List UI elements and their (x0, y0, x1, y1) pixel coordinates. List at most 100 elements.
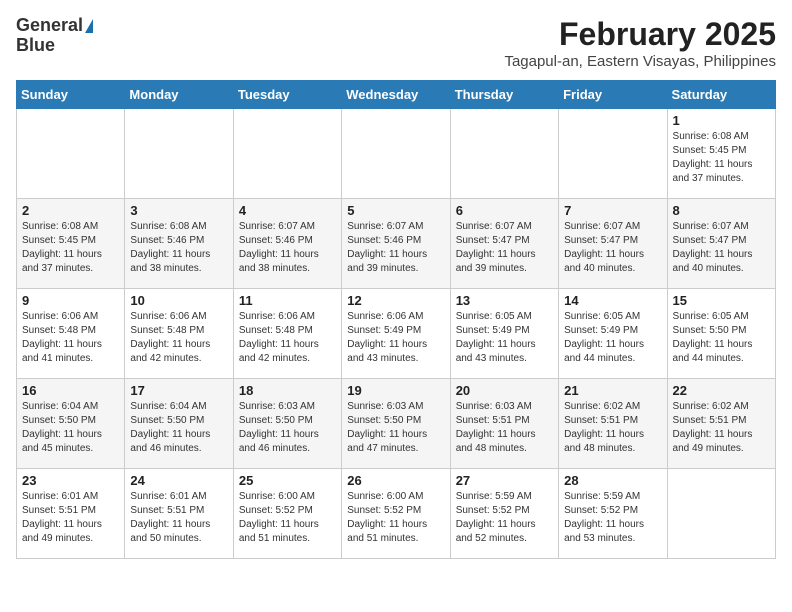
logo-triangle-icon (85, 19, 93, 33)
calendar-cell (17, 109, 125, 199)
calendar-cell (667, 469, 775, 559)
calendar-cell (342, 109, 450, 199)
day-number: 12 (347, 293, 444, 308)
day-number: 13 (456, 293, 553, 308)
logo-text-general: General (16, 16, 93, 36)
calendar-cell: 17 Sunrise: 6:04 AM Sunset: 5:50 PM Dayli… (125, 379, 233, 469)
day-number: 7 (564, 203, 661, 218)
calendar-cell: 9 Sunrise: 6:06 AM Sunset: 5:48 PM Daylig… (17, 289, 125, 379)
day-info: Sunrise: 6:05 AM Sunset: 5:49 PM Dayligh… (564, 310, 661, 366)
day-info: Sunrise: 6:06 AM Sunset: 5:48 PM Dayligh… (22, 310, 119, 366)
calendar-week-row: 16Sunrise: 6:04 AM Sunset: 5:50 PM Dayli… (17, 379, 776, 469)
day-number: 10 (130, 293, 227, 308)
title-block: February 2025 Tagapul-an, Eastern Visaya… (504, 16, 776, 70)
day-info: Sunrise: 6:06 AM Sunset: 5:49 PM Dayligh… (347, 310, 444, 366)
calendar-table: SundayMondayTuesdayWednesdayThursdayFrid… (16, 80, 776, 559)
calendar-cell (233, 109, 341, 199)
day-number: 19 (347, 383, 444, 398)
calendar-cell: 6Sunrise: 6:07 AM Sunset: 5:47 PM Daylig… (450, 199, 558, 289)
day-info: Sunrise: 6:00 AM Sunset: 5:52 PM Dayligh… (239, 490, 336, 546)
day-number: 5 (347, 203, 444, 218)
day-info: Sunrise: 6:08 AM Sunset: 5:45 PM Dayligh… (22, 220, 119, 276)
calendar-header-row: SundayMondayTuesdayWednesdayThursdayFrid… (17, 81, 776, 109)
day-number: 14 (564, 293, 661, 308)
calendar-cell: 10 Sunrise: 6:06 AM Sunset: 5:48 PM Dayli… (125, 289, 233, 379)
calendar-cell: 14 Sunrise: 6:05 AM Sunset: 5:49 PM Dayli… (559, 289, 667, 379)
day-info: Sunrise: 5:59 AM Sunset: 5:52 PM Dayligh… (564, 490, 661, 546)
calendar-cell (559, 109, 667, 199)
calendar-cell: 4 Sunrise: 6:07 AM Sunset: 5:46 PM Daylig… (233, 199, 341, 289)
calendar-cell: 3 Sunrise: 6:08 AM Sunset: 5:46 PM Daylig… (125, 199, 233, 289)
day-info: Sunrise: 6:04 AM Sunset: 5:50 PM Dayligh… (130, 400, 227, 456)
day-info: Sunrise: 6:07 AM Sunset: 5:46 PM Dayligh… (347, 220, 444, 276)
calendar-cell: 24 Sunrise: 6:01 AM Sunset: 5:51 PM Dayli… (125, 469, 233, 559)
calendar-week-row: 2 Sunrise: 6:08 AM Sunset: 5:45 PM Daylig… (17, 199, 776, 289)
day-info: Sunrise: 6:03 AM Sunset: 5:50 PM Dayligh… (239, 400, 336, 456)
calendar-cell: 22Sunrise: 6:02 AM Sunset: 5:51 PM Dayli… (667, 379, 775, 469)
column-header-friday: Friday (559, 81, 667, 109)
day-info: Sunrise: 6:06 AM Sunset: 5:48 PM Dayligh… (130, 310, 227, 366)
day-number: 4 (239, 203, 336, 218)
day-number: 25 (239, 473, 336, 488)
calendar-cell (125, 109, 233, 199)
page-header: General Blue February 2025 Tagapul-an, E… (16, 16, 776, 70)
calendar-cell: 8 Sunrise: 6:07 AM Sunset: 5:47 PM Daylig… (667, 199, 775, 289)
calendar-cell: 26 Sunrise: 6:00 AM Sunset: 5:52 PM Dayli… (342, 469, 450, 559)
day-info: Sunrise: 6:07 AM Sunset: 5:47 PM Dayligh… (673, 220, 770, 276)
day-number: 2 (22, 203, 119, 218)
day-number: 24 (130, 473, 227, 488)
calendar-cell: 20Sunrise: 6:03 AM Sunset: 5:51 PM Dayli… (450, 379, 558, 469)
calendar-cell: 7Sunrise: 6:07 AM Sunset: 5:47 PM Daylig… (559, 199, 667, 289)
page-subtitle: Tagapul-an, Eastern Visayas, Philippines (504, 53, 776, 70)
calendar-cell: 18 Sunrise: 6:03 AM Sunset: 5:50 PM Dayli… (233, 379, 341, 469)
page-title: February 2025 (504, 16, 776, 53)
day-info: Sunrise: 6:08 AM Sunset: 5:46 PM Dayligh… (130, 220, 227, 276)
calendar-cell: 19 Sunrise: 6:03 AM Sunset: 5:50 PM Dayli… (342, 379, 450, 469)
day-info: Sunrise: 5:59 AM Sunset: 5:52 PM Dayligh… (456, 490, 553, 546)
calendar-cell: 13 Sunrise: 6:05 AM Sunset: 5:49 PM Dayli… (450, 289, 558, 379)
day-info: Sunrise: 6:07 AM Sunset: 5:46 PM Dayligh… (239, 220, 336, 276)
day-info: Sunrise: 6:06 AM Sunset: 5:48 PM Dayligh… (239, 310, 336, 366)
calendar-cell: 16Sunrise: 6:04 AM Sunset: 5:50 PM Dayli… (17, 379, 125, 469)
calendar-cell: 11 Sunrise: 6:06 AM Sunset: 5:48 PM Dayli… (233, 289, 341, 379)
calendar-cell: 23 Sunrise: 6:01 AM Sunset: 5:51 PM Dayli… (17, 469, 125, 559)
calendar-cell: 2 Sunrise: 6:08 AM Sunset: 5:45 PM Daylig… (17, 199, 125, 289)
day-info: Sunrise: 6:07 AM Sunset: 5:47 PM Dayligh… (456, 220, 553, 276)
day-number: 27 (456, 473, 553, 488)
calendar-cell: 12 Sunrise: 6:06 AM Sunset: 5:49 PM Dayli… (342, 289, 450, 379)
column-header-monday: Monday (125, 81, 233, 109)
calendar-cell: 5 Sunrise: 6:07 AM Sunset: 5:46 PM Daylig… (342, 199, 450, 289)
day-info: Sunrise: 6:01 AM Sunset: 5:51 PM Dayligh… (22, 490, 119, 546)
day-number: 23 (22, 473, 119, 488)
calendar-cell: 21 Sunrise: 6:02 AM Sunset: 5:51 PM Dayli… (559, 379, 667, 469)
day-info: Sunrise: 6:03 AM Sunset: 5:50 PM Dayligh… (347, 400, 444, 456)
day-number: 3 (130, 203, 227, 218)
day-info: Sunrise: 6:01 AM Sunset: 5:51 PM Dayligh… (130, 490, 227, 546)
calendar-cell (450, 109, 558, 199)
day-number: 1 (673, 113, 770, 128)
calendar-week-row: 23 Sunrise: 6:01 AM Sunset: 5:51 PM Dayli… (17, 469, 776, 559)
day-number: 26 (347, 473, 444, 488)
day-number: 8 (673, 203, 770, 218)
day-number: 28 (564, 473, 661, 488)
day-number: 17 (130, 383, 227, 398)
day-info: Sunrise: 6:04 AM Sunset: 5:50 PM Dayligh… (22, 400, 119, 456)
calendar-cell: 28 Sunrise: 5:59 AM Sunset: 5:52 PM Dayli… (559, 469, 667, 559)
column-header-sunday: Sunday (17, 81, 125, 109)
day-info: Sunrise: 6:05 AM Sunset: 5:49 PM Dayligh… (456, 310, 553, 366)
day-number: 15 (673, 293, 770, 308)
calendar-cell: 25 Sunrise: 6:00 AM Sunset: 5:52 PM Dayli… (233, 469, 341, 559)
day-info: Sunrise: 6:05 AM Sunset: 5:50 PM Dayligh… (673, 310, 770, 366)
calendar-week-row: 9 Sunrise: 6:06 AM Sunset: 5:48 PM Daylig… (17, 289, 776, 379)
column-header-tuesday: Tuesday (233, 81, 341, 109)
day-number: 9 (22, 293, 119, 308)
day-number: 21 (564, 383, 661, 398)
day-number: 18 (239, 383, 336, 398)
day-info: Sunrise: 6:03 AM Sunset: 5:51 PM Dayligh… (456, 400, 553, 456)
day-info: Sunrise: 6:00 AM Sunset: 5:52 PM Dayligh… (347, 490, 444, 546)
day-number: 11 (239, 293, 336, 308)
calendar-week-row: 1Sunrise: 6:08 AM Sunset: 5:45 PM Daylig… (17, 109, 776, 199)
day-info: Sunrise: 6:02 AM Sunset: 5:51 PM Dayligh… (564, 400, 661, 456)
column-header-saturday: Saturday (667, 81, 775, 109)
day-number: 22 (673, 383, 770, 398)
